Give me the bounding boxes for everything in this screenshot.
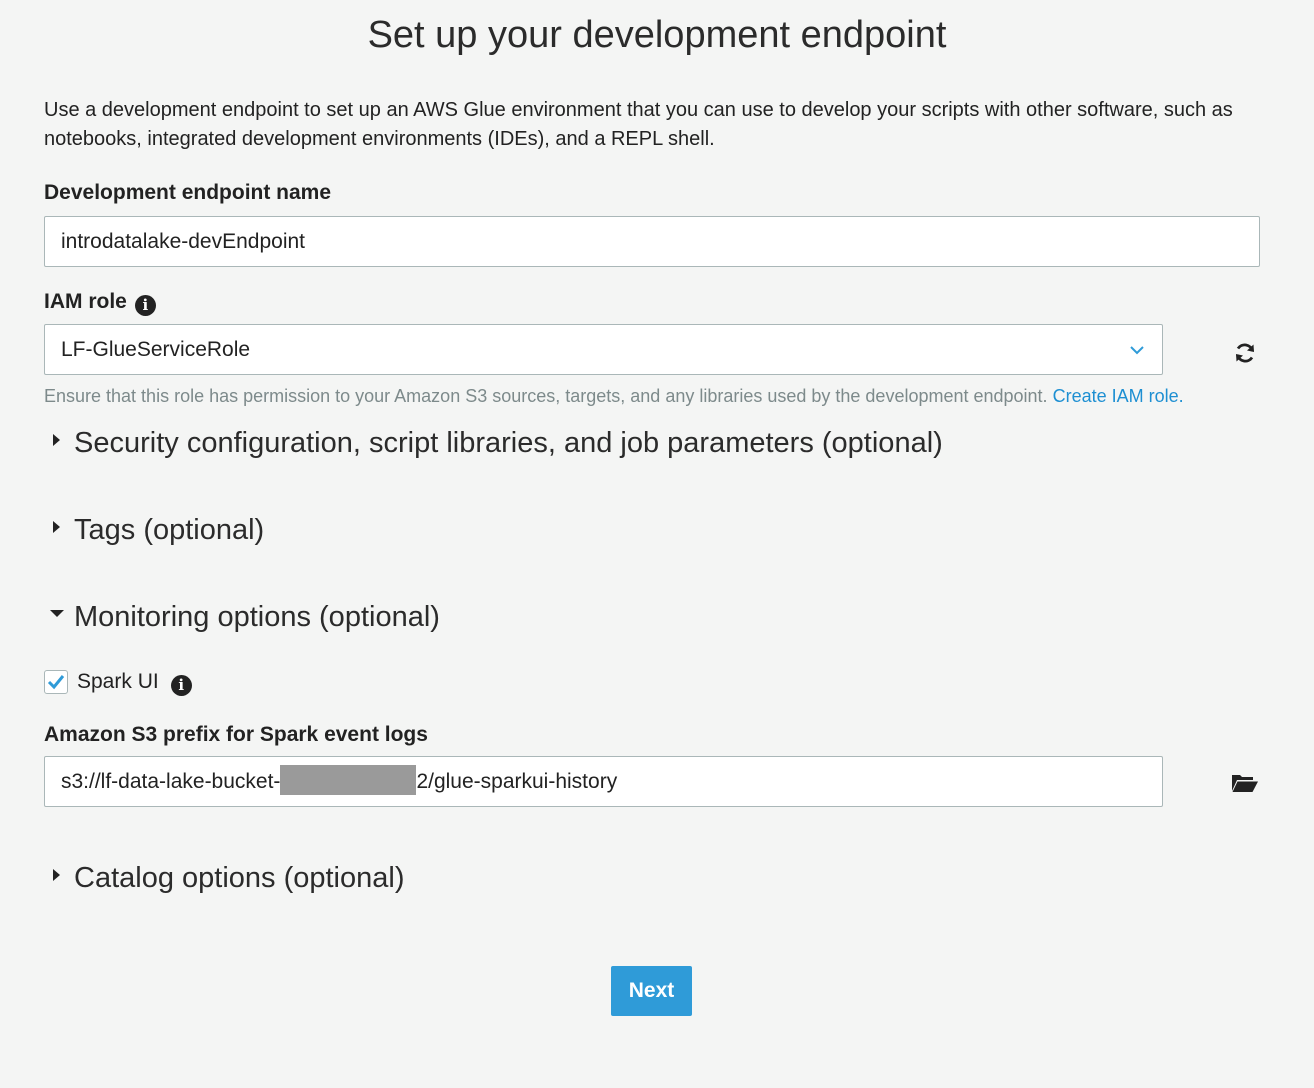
section-tags[interactable]: Tags (optional) xyxy=(50,514,264,547)
section-security[interactable]: Security configuration, script libraries… xyxy=(50,427,943,460)
spark-ui-label-row: Spark UI i xyxy=(77,670,192,696)
refresh-icon[interactable] xyxy=(1233,341,1257,365)
spark-ui-checkbox[interactable] xyxy=(44,670,68,694)
s3-prefix-start: s3://lf-data-lake-bucket- xyxy=(61,770,281,793)
redacted-block xyxy=(280,765,417,795)
endpoint-name-label: Development endpoint name xyxy=(44,181,332,204)
chevron-down-icon xyxy=(1130,346,1144,355)
info-icon[interactable]: i xyxy=(170,675,192,696)
section-catalog-label: Catalog options (optional) xyxy=(74,862,405,894)
intro-text: Use a development endpoint to set up an … xyxy=(44,99,1233,150)
iam-role-label: IAM role xyxy=(44,290,127,313)
section-catalog[interactable]: Catalog options (optional) xyxy=(50,862,404,895)
spark-ui-label: Spark UI xyxy=(77,670,159,693)
caret-down-icon xyxy=(50,610,64,617)
checkmark-icon xyxy=(47,675,65,690)
iam-role-selected: LF-GlueServiceRole xyxy=(61,338,251,361)
folder-open-icon[interactable] xyxy=(1231,772,1259,794)
section-monitoring-label: Monitoring options (optional) xyxy=(74,601,440,633)
info-icon[interactable]: i xyxy=(134,295,156,316)
s3-prefix-input[interactable]: s3://lf-data-lake-bucket- 2/glue-sparkui-… xyxy=(44,756,1163,807)
iam-role-hint-text: Ensure that this role has permission to … xyxy=(44,386,1048,406)
page-title: Set up your development endpoint xyxy=(367,14,947,56)
caret-right-icon xyxy=(53,869,60,881)
s3-prefix-label: Amazon S3 prefix for Spark event logs xyxy=(44,723,428,746)
iam-role-hint: Ensure that this role has permission to … xyxy=(44,386,1184,407)
next-button[interactable]: Next xyxy=(611,966,692,1016)
endpoint-name-input[interactable]: introdatalake-devEndpoint xyxy=(44,216,1260,267)
s3-prefix-end: 2/glue-sparkui-history xyxy=(416,770,618,793)
iam-role-label-row: IAM role i xyxy=(44,290,156,316)
caret-right-icon xyxy=(53,521,60,533)
section-tags-label: Tags (optional) xyxy=(74,514,265,546)
caret-right-icon xyxy=(53,434,60,446)
section-security-label: Security configuration, script libraries… xyxy=(74,427,943,459)
iam-role-select[interactable]: LF-GlueServiceRole xyxy=(44,324,1163,375)
section-monitoring[interactable]: Monitoring options (optional) xyxy=(50,601,440,634)
create-iam-role-link[interactable]: Create IAM role. xyxy=(1053,386,1184,406)
